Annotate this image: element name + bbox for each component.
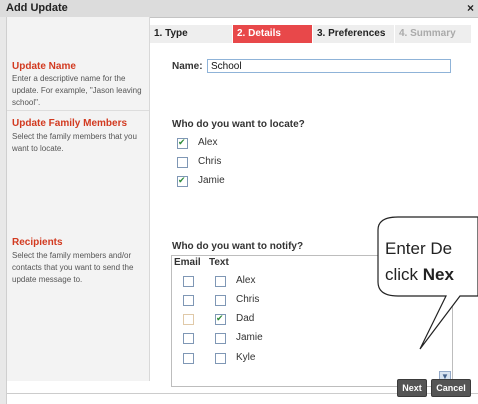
next-button[interactable]: Next — [397, 379, 427, 397]
callout-line-2-prefix: click — [385, 265, 423, 284]
callout-line-2-bold: Nex — [422, 265, 454, 284]
callout-line-1: Enter De — [385, 239, 453, 258]
callout-bubble — [377, 216, 478, 350]
callout-line-2: click Nex — [385, 265, 454, 285]
cancel-button[interactable]: Cancel — [431, 379, 471, 397]
